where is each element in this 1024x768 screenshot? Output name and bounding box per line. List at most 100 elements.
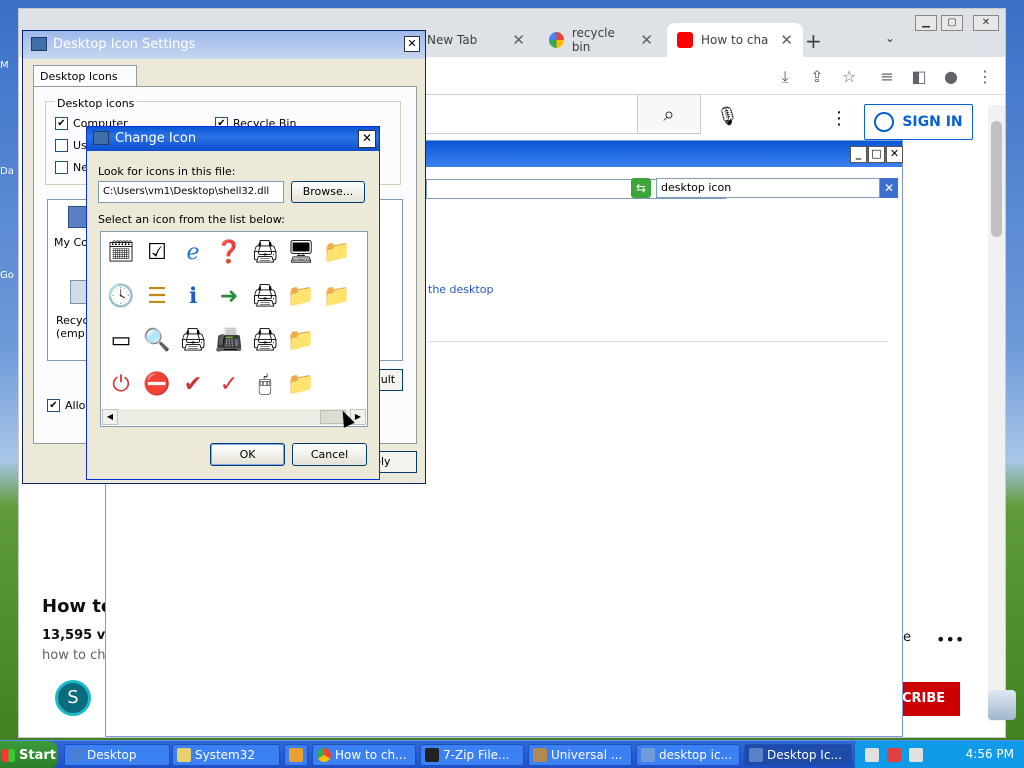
allow-themes-checkbox[interactable]: ✔: [47, 399, 60, 412]
search-input[interactable]: desktop icon: [656, 178, 880, 198]
horizontal-scrollbar[interactable]: ◀ ▶: [102, 409, 366, 425]
tab-desktop-icons[interactable]: Desktop Icons: [33, 65, 137, 87]
media-icon: [289, 748, 303, 762]
page-scrollbar[interactable]: [988, 105, 1005, 721]
help-icon[interactable]: ❓: [213, 236, 245, 268]
clear-search-icon[interactable]: ✕: [880, 178, 898, 198]
channel-avatar[interactable]: S: [55, 680, 91, 716]
new-tab-button[interactable]: +: [805, 29, 822, 53]
clock-icon[interactable]: 🕓: [105, 280, 137, 312]
dialog-title: Desktop Icon Settings: [53, 37, 196, 52]
share-icon[interactable]: ⇪: [807, 67, 827, 87]
icon-file-input[interactable]: C:\Users\vm1\Desktop\shell32.dll: [98, 181, 284, 203]
scanner-icon[interactable]: ▭: [105, 324, 137, 356]
task-chrome[interactable]: How to ch...: [312, 744, 416, 766]
windows-logo-icon: [2, 748, 15, 762]
folder-error-icon[interactable]: 📁: [321, 280, 353, 312]
folder-error-icon[interactable]: 📁: [285, 324, 317, 356]
fax-icon[interactable]: 📠: [213, 324, 245, 356]
bookmark-star-icon[interactable]: ☆: [839, 67, 859, 87]
browse-button[interactable]: Browse...: [291, 181, 365, 203]
folder-error-icon[interactable]: 📁: [321, 236, 353, 268]
icon-list[interactable]: 🗓 ☑ ℯ ❓ 🖨 🖥 📁 🕓 ☰ ℹ ➜ 🖨 📁 📁 ▭ 🔍 🖨 📠 🖨 📁 …: [100, 231, 368, 427]
ok-button[interactable]: OK: [210, 443, 285, 466]
task-system32[interactable]: System32: [172, 744, 280, 766]
search-button[interactable]: ⌕: [637, 94, 701, 134]
cancel-button[interactable]: Cancel: [292, 443, 367, 466]
minimize-button[interactable]: ▁: [915, 15, 937, 31]
network-checkbox[interactable]: [55, 161, 68, 174]
doc-check-icon[interactable]: ✓: [213, 368, 245, 400]
disk-check-icon[interactable]: ✔: [177, 368, 209, 400]
side-panel-icon[interactable]: ◧: [909, 67, 929, 87]
scroll-left-icon[interactable]: ◀: [102, 409, 118, 425]
task-search[interactable]: desktop ic...: [636, 744, 740, 766]
task-7zip[interactable]: 7-Zip File...: [420, 744, 524, 766]
tab-search-icon[interactable]: ⌄: [885, 31, 895, 45]
user-files-checkbox[interactable]: [55, 139, 68, 152]
divider: [428, 341, 888, 342]
calendar-folder-icon[interactable]: 🗓: [105, 236, 137, 268]
close-icon[interactable]: ✕: [512, 31, 525, 49]
folder-error-icon[interactable]: 📁: [285, 280, 317, 312]
task-universal[interactable]: Universal ...: [528, 744, 632, 766]
youtube-search-input[interactable]: [405, 94, 638, 134]
result-link[interactable]: the desktop: [428, 283, 493, 296]
close-button[interactable]: ✕: [886, 146, 903, 163]
close-button[interactable]: ✕: [358, 130, 376, 148]
desktop-label: Go: [0, 270, 14, 281]
go-icon[interactable]: ⇆: [631, 178, 651, 198]
maximize-button[interactable]: ▢: [941, 15, 963, 31]
task-label: Universal ...: [551, 748, 623, 762]
volume-icon[interactable]: [909, 748, 923, 762]
menu-icon[interactable]: ⋮: [975, 67, 995, 87]
reading-list-icon[interactable]: ≡: [877, 67, 897, 87]
close-button[interactable]: ✕: [404, 36, 420, 52]
more-actions-icon[interactable]: •••: [936, 630, 964, 649]
task-label: System32: [195, 748, 256, 762]
tab-title: recycle bin: [571, 26, 615, 54]
power-icon[interactable]: ⏻: [105, 368, 137, 400]
search-doc-icon[interactable]: 🔍: [141, 324, 173, 356]
network-icon[interactable]: [865, 748, 879, 762]
microphone-icon[interactable]: 🎙: [716, 106, 739, 127]
video-description: how to cha: [42, 648, 114, 663]
minimize-button[interactable]: _: [850, 146, 867, 163]
arrow-doc-icon[interactable]: ➜: [213, 280, 245, 312]
task-desktop-icon-settings[interactable]: Desktop Ic...: [744, 744, 852, 766]
computer-checkbox[interactable]: ✔: [55, 117, 68, 130]
install-icon[interactable]: ⤓: [775, 67, 795, 87]
tab-new-tab[interactable]: New Tab ✕: [417, 23, 535, 57]
printer-check-icon[interactable]: 🖨: [177, 324, 209, 356]
info-icon[interactable]: ℹ: [177, 280, 209, 312]
sign-in-button[interactable]: SIGN IN: [864, 104, 973, 140]
tab-recycle-bin[interactable]: recycle bin ✕: [539, 23, 663, 57]
printer-icon[interactable]: 🖨: [249, 236, 281, 268]
desktop-label: M: [0, 60, 9, 71]
task-media[interactable]: [284, 744, 308, 766]
maximize-button[interactable]: □: [868, 146, 885, 163]
folder-icon: [177, 748, 191, 762]
more-options-icon[interactable]: ⋮: [830, 108, 848, 129]
checklist-icon[interactable]: ☑: [141, 236, 173, 268]
folder-error-icon[interactable]: 📁: [285, 368, 317, 400]
profile-icon[interactable]: ●: [941, 67, 961, 87]
printer-arrow-icon[interactable]: 🖨: [249, 280, 281, 312]
stack-icon[interactable]: ☰: [141, 280, 173, 312]
dialog-titlebar: Change Icon ✕: [87, 127, 379, 151]
close-icon[interactable]: ✕: [640, 31, 653, 49]
system-tray: 4:56 PM: [854, 741, 1024, 768]
computer-icon[interactable]: 🖥: [285, 236, 317, 268]
close-window-button[interactable]: ✕: [973, 15, 999, 31]
internet-explorer-icon[interactable]: ℯ: [177, 236, 209, 268]
tab-how-to-change[interactable]: How to cha ✕: [667, 23, 803, 57]
start-button[interactable]: Start: [0, 741, 58, 768]
security-icon[interactable]: [887, 748, 901, 762]
recycle-bin-desktop-icon[interactable]: [988, 690, 1016, 720]
no-entry-icon[interactable]: ⛔: [141, 368, 173, 400]
scrollbar-thumb[interactable]: [991, 121, 1002, 237]
printer-edit-icon[interactable]: 🖨: [249, 324, 281, 356]
close-icon[interactable]: ✕: [780, 31, 793, 49]
task-desktop[interactable]: Desktop: [64, 744, 170, 766]
mouse-icon[interactable]: 🖱: [249, 368, 281, 400]
